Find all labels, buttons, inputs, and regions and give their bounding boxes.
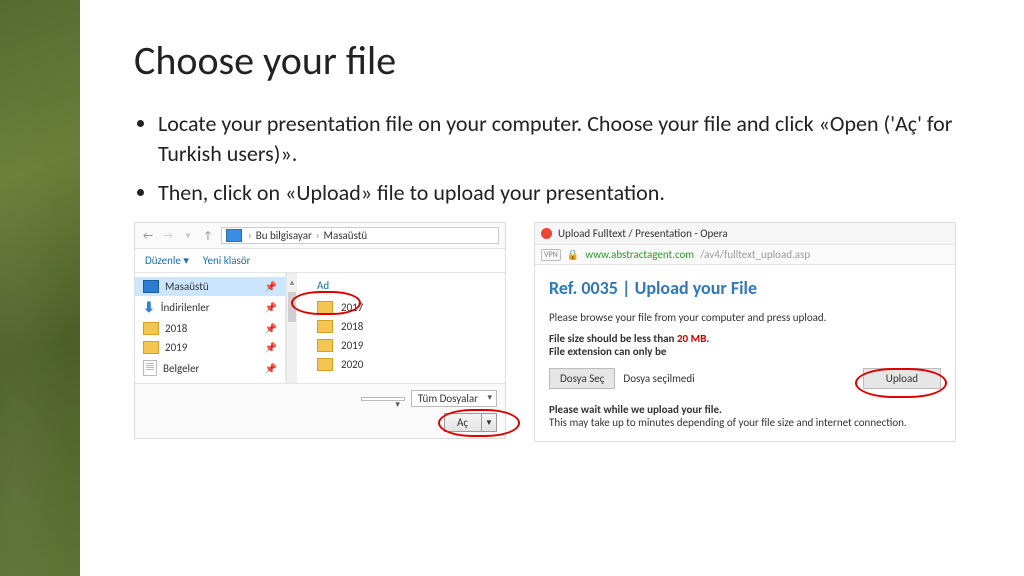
upload-heading: Ref. 0035 | Upload your File [549, 277, 941, 299]
scrollbar-thumb[interactable] [288, 292, 296, 322]
folder-icon [317, 339, 333, 352]
size-note: File size should be less than 20 MB. Fil… [549, 332, 941, 358]
vpn-badge: VPN [541, 249, 561, 261]
document-icon [143, 360, 157, 376]
nav-up-icon[interactable]: ↑ [201, 229, 215, 242]
file-explorer-mock: ← → ▾ ↑ › Bu bilgisayar › Masaüstü Düzen… [134, 222, 506, 439]
slide-title: Choose your file [134, 36, 970, 85]
chevron-right-icon: › [248, 229, 252, 242]
tree-item-desktop[interactable]: Masaüstü📌 [135, 277, 285, 296]
tree-item-downloads[interactable]: ⬇İndirilenler📌 [135, 296, 285, 319]
opera-icon [541, 228, 552, 239]
chevron-right-icon: › [316, 229, 320, 242]
pin-icon: 📌 [265, 322, 277, 335]
file-row[interactable]: 2019 [317, 336, 499, 355]
breadcrumb-root[interactable]: Bu bilgisayar [256, 229, 312, 242]
wait-note: Please wait while we upload your file. T… [549, 403, 941, 429]
file-row[interactable]: 2020 [317, 355, 499, 374]
bullet-list: Locate your presentation file on your co… [134, 109, 970, 208]
nav-back-icon[interactable]: ← [141, 229, 155, 242]
bullet-item: Then, click on «Upload» file to upload y… [158, 178, 970, 208]
breadcrumb-current[interactable]: Masaüstü [324, 229, 368, 242]
window-titlebar: Upload Fulltext / Presentation - Opera [535, 223, 955, 245]
folder-icon [317, 358, 333, 371]
pin-icon: 📌 [265, 341, 277, 354]
column-header-name[interactable]: Ad [317, 279, 499, 292]
folder-icon [143, 322, 159, 335]
address-bar[interactable]: VPN 🔒 www.abstractagent.com/av4/fulltext… [535, 245, 955, 265]
folder-icon [317, 301, 333, 314]
lock-icon: 🔒 [567, 248, 579, 261]
file-row[interactable]: 2018 [317, 317, 499, 336]
pin-icon: 📌 [265, 362, 277, 375]
upload-button[interactable]: Upload [863, 368, 941, 389]
filetype-combo[interactable]: Tüm Dosyalar [411, 390, 497, 407]
window-title: Upload Fulltext / Presentation - Opera [558, 227, 728, 240]
no-file-label: Dosya seçilmedi [623, 372, 694, 385]
organize-menu[interactable]: Düzenle ▾ [145, 254, 189, 267]
folder-icon [317, 320, 333, 333]
open-split-icon[interactable]: ▼ [481, 414, 496, 431]
filename-combo[interactable] [361, 397, 405, 401]
new-folder-button[interactable]: Yeni klasör [203, 254, 251, 267]
pin-icon: 📌 [265, 280, 277, 293]
nav-recent-icon[interactable]: ▾ [181, 229, 195, 242]
url-host: www.abstractagent.com [585, 248, 694, 261]
choose-file-button[interactable]: Dosya Seç [549, 368, 615, 389]
open-button[interactable]: Aç ▼ [444, 413, 497, 432]
folder-icon [143, 341, 159, 354]
pc-icon [226, 229, 242, 242]
tree-scrollbar[interactable]: ▴ [286, 273, 297, 383]
upload-intro: Please browse your file from your comput… [549, 311, 941, 324]
nav-forward-icon[interactable]: → [161, 229, 175, 242]
tree-item-documents[interactable]: Belgeler📌 [135, 357, 285, 379]
bullet-item: Locate your presentation file on your co… [158, 109, 970, 168]
scroll-up-icon: ▴ [290, 277, 295, 288]
slide-content: Choose your file Locate your presentatio… [80, 0, 1024, 576]
monitor-icon [143, 280, 159, 293]
breadcrumb[interactable]: › Bu bilgisayar › Masaüstü [221, 227, 499, 244]
slide-decorative-sidebar [0, 0, 80, 576]
browser-upload-mock: Upload Fulltext / Presentation - Opera V… [534, 222, 956, 442]
pin-icon: 📌 [265, 301, 277, 314]
download-icon: ⬇ [143, 299, 155, 316]
nav-tree: Masaüstü📌 ⬇İndirilenler📌 2018📌 2019📌 Bel… [135, 273, 286, 383]
file-row[interactable]: 2017 [317, 298, 499, 317]
tree-item-folder[interactable]: 2018📌 [135, 319, 285, 338]
file-list: Ad 2017 2018 2019 2020 [297, 273, 505, 383]
tree-item-folder[interactable]: 2019📌 [135, 338, 285, 357]
url-path: /av4/fulltext_upload.asp [700, 248, 810, 261]
